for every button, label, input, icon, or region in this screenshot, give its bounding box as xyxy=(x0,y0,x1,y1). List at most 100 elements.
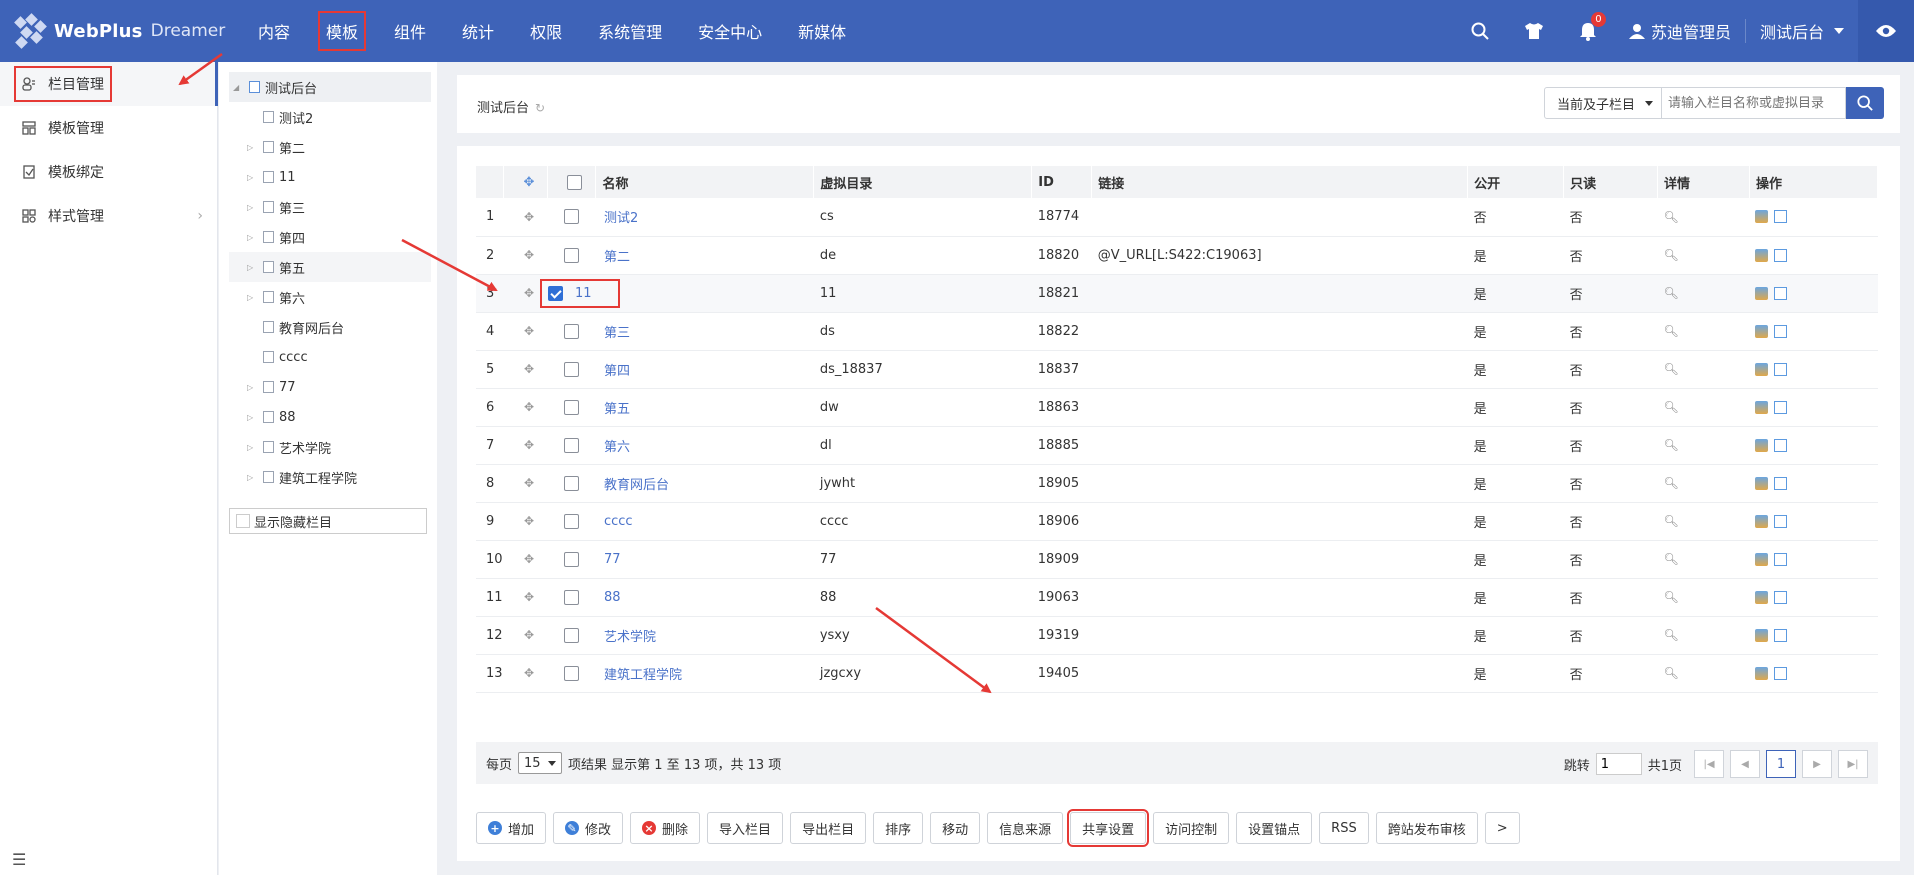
current-page-button[interactable]: 1 xyxy=(1766,750,1796,778)
tree-node[interactable]: ▷ 88 xyxy=(219,402,437,432)
move-all-icon[interactable]: ✥ xyxy=(503,166,549,198)
action-button-10[interactable]: 设置锚点 xyxy=(1236,812,1313,844)
action-button-13[interactable]: > xyxy=(1484,812,1520,844)
edit-template-icon[interactable] xyxy=(1755,628,1769,642)
action-button-7[interactable]: 信息来源 xyxy=(987,812,1064,844)
magnifier-icon[interactable]: 🔍︎ xyxy=(1658,274,1750,312)
jump-input[interactable] xyxy=(1595,753,1642,775)
edit-template-icon[interactable] xyxy=(1755,666,1769,680)
eye-icon[interactable] xyxy=(1858,0,1914,62)
search-button[interactable] xyxy=(1846,87,1884,119)
nav-item-2[interactable]: 组件 xyxy=(376,0,444,62)
table-row[interactable]: 13 ✥ 建筑工程学院 jzgcxy 19405 是 否 🔍︎ xyxy=(476,654,1878,692)
magnifier-icon[interactable]: 🔍︎ xyxy=(1658,540,1750,578)
row-checkbox[interactable] xyxy=(564,589,580,605)
row-checkbox[interactable] xyxy=(564,399,580,415)
document-icon[interactable] xyxy=(1774,248,1788,262)
nav-item-1[interactable]: 模板 xyxy=(308,0,376,62)
col-readonly[interactable]: 只读 xyxy=(1563,166,1659,198)
nav-item-5[interactable]: 系统管理 xyxy=(580,0,680,62)
tree-node[interactable]: ▷ 建筑工程学院 xyxy=(219,462,437,492)
row-checkbox[interactable] xyxy=(564,627,580,643)
tree-node[interactable]: ▷ 77 xyxy=(219,372,437,402)
search-input[interactable] xyxy=(1662,87,1846,119)
edit-template-icon[interactable] xyxy=(1755,324,1769,338)
nav-item-0[interactable]: 内容 xyxy=(240,0,308,62)
prev-page-button[interactable]: ◀ xyxy=(1730,750,1760,778)
row-checkbox[interactable] xyxy=(564,247,580,263)
magnifier-icon[interactable]: 🔍︎ xyxy=(1658,578,1750,616)
logo[interactable]: WebPlus Dreamer xyxy=(0,0,240,62)
tree-expand-icon[interactable]: ▷ xyxy=(247,293,257,302)
tree-node[interactable]: ▷ 第六 xyxy=(219,282,437,312)
action-button-8[interactable]: 共享设置 xyxy=(1067,809,1150,847)
sidebar-item-0[interactable]: 栏目管理 xyxy=(0,62,218,106)
row-checkbox[interactable] xyxy=(564,513,580,529)
tree-expand-icon[interactable]: ▷ xyxy=(247,383,257,392)
nav-item-3[interactable]: 统计 xyxy=(444,0,512,62)
nav-item-4[interactable]: 权限 xyxy=(512,0,580,62)
row-name-link[interactable]: 测试2 xyxy=(604,211,638,226)
nav-item-6[interactable]: 安全中心 xyxy=(680,0,780,62)
table-row[interactable]: 7 ✥ 第六 dl 18885 是 否 🔍︎ xyxy=(476,426,1878,464)
user-menu[interactable]: 苏迪管理员 xyxy=(1615,0,1745,62)
tree-expand-icon[interactable]: ▷ xyxy=(247,173,257,182)
sidebar-item-1[interactable]: 模板管理 xyxy=(0,106,217,150)
magnifier-icon[interactable]: 🔍︎ xyxy=(1658,350,1750,388)
tree-node[interactable]: 教育网后台 xyxy=(219,312,437,342)
row-name-link[interactable]: cccc xyxy=(604,514,633,529)
row-name-link[interactable]: 第四 xyxy=(604,364,630,379)
drag-handle-icon[interactable]: ✥ xyxy=(504,426,548,464)
document-icon[interactable] xyxy=(1774,400,1788,414)
drag-handle-icon[interactable]: ✥ xyxy=(504,198,548,236)
edit-template-icon[interactable] xyxy=(1755,248,1769,262)
table-row[interactable]: 3 ✥ 11 11 18821 是否 🔍︎ xyxy=(476,274,1878,312)
tree-collapse-icon[interactable]: ◢ xyxy=(233,83,243,92)
edit-button-1[interactable]: ✎ 修改 xyxy=(553,812,624,844)
magnifier-icon[interactable]: 🔍︎ xyxy=(1658,464,1750,502)
tree-node[interactable]: 测试2 xyxy=(219,102,437,132)
document-icon[interactable] xyxy=(1774,552,1788,566)
tree-node[interactable]: ▷ 11 xyxy=(219,162,437,192)
first-page-button[interactable]: |◀ xyxy=(1694,750,1724,778)
select-all-checkbox[interactable] xyxy=(567,174,583,190)
table-row[interactable]: 2 ✥ 第二 de 18820 @V_URL[L:S422:C19063] 是 否 🔍︎ xyxy=(476,236,1878,274)
edit-template-icon[interactable] xyxy=(1755,514,1769,528)
last-page-button[interactable]: ▶| xyxy=(1838,750,1868,778)
row-name-link[interactable]: 第六 xyxy=(604,440,630,455)
col-vdir[interactable]: 虚拟目录 xyxy=(813,166,1033,198)
search-icon[interactable] xyxy=(1453,0,1507,62)
table-row[interactable]: 12 ✥ 艺术学院 ysxy 19319 是 否 🔍︎ xyxy=(476,616,1878,654)
tree-expand-icon[interactable]: ▷ xyxy=(247,473,257,482)
action-button-12[interactable]: 跨站发布审核 xyxy=(1375,812,1478,844)
drag-handle-icon[interactable]: ✥ xyxy=(504,312,548,350)
row-name-link[interactable]: 教育网后台 xyxy=(604,478,669,493)
edit-template-icon[interactable] xyxy=(1755,590,1769,604)
nav-item-7[interactable]: 新媒体 xyxy=(780,0,864,62)
document-icon[interactable] xyxy=(1774,666,1788,680)
row-checkbox[interactable] xyxy=(564,437,580,453)
tree-expand-icon[interactable]: ▷ xyxy=(247,203,257,212)
col-id[interactable]: ID xyxy=(1031,166,1093,198)
magnifier-icon[interactable]: 🔍︎ xyxy=(1658,654,1750,692)
edit-template-icon[interactable] xyxy=(1755,362,1769,376)
drag-handle-icon[interactable]: ✥ xyxy=(504,464,548,502)
document-icon[interactable] xyxy=(1774,362,1788,376)
table-row[interactable]: 1 ✥ 测试2 cs 18774 否 否 🔍︎ xyxy=(476,198,1878,236)
document-icon[interactable] xyxy=(1774,514,1788,528)
table-row[interactable]: 11 ✥ 88 88 19063 是 否 🔍︎ xyxy=(476,578,1878,616)
plus-button-0[interactable]: + 增加 xyxy=(476,812,547,844)
tree-expand-icon[interactable]: ▷ xyxy=(247,443,257,452)
action-button-6[interactable]: 移动 xyxy=(930,812,981,844)
sidebar-item-2[interactable]: 模板绑定 xyxy=(0,150,217,194)
magnifier-icon[interactable]: 🔍︎ xyxy=(1658,198,1750,236)
document-icon[interactable] xyxy=(1774,324,1788,338)
row-name-link[interactable]: 第三 xyxy=(604,326,630,341)
row-checkbox[interactable] xyxy=(564,323,580,339)
col-name[interactable]: 名称 xyxy=(595,166,815,198)
magnifier-icon[interactable]: 🔍︎ xyxy=(1658,616,1750,654)
tree-expand-icon[interactable]: ▷ xyxy=(247,233,257,242)
document-icon[interactable] xyxy=(1774,286,1788,300)
document-icon[interactable] xyxy=(1774,210,1788,224)
search-scope-select[interactable]: 当前及子栏目 xyxy=(1544,87,1662,119)
